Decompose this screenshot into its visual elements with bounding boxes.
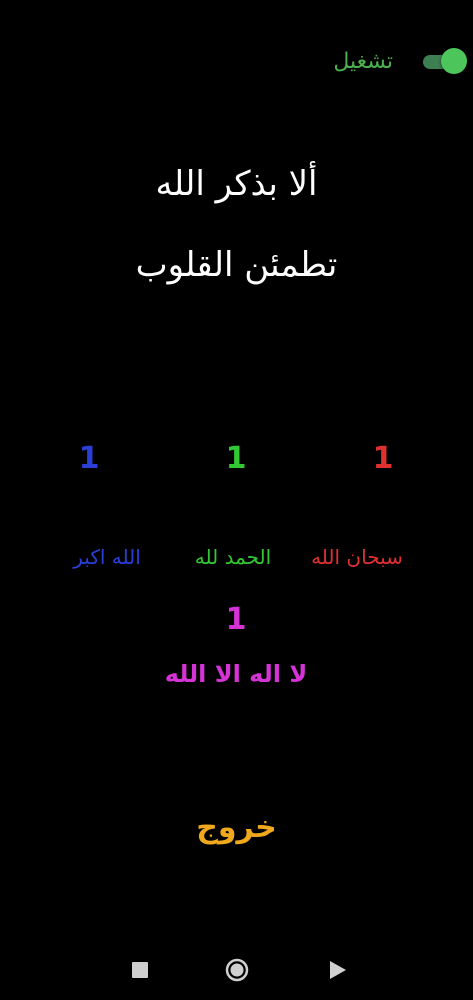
toggle-row: تشغيل <box>333 44 467 78</box>
exit-button[interactable]: خروج <box>0 810 473 845</box>
dhikr-akbar-button[interactable]: الله اكبر <box>50 545 164 569</box>
dhikr-subhan-button[interactable]: سبحان الله <box>300 545 414 569</box>
home-icon[interactable] <box>219 952 255 988</box>
counter-akbar: 1 <box>78 441 100 476</box>
dhikr-hamd-button[interactable]: الحمد لله <box>176 545 290 569</box>
toggle-switch[interactable] <box>423 46 467 76</box>
verse-line-1: ألا بذكر الله <box>155 164 318 204</box>
recents-icon[interactable] <box>122 952 158 988</box>
navigation-bar <box>0 940 473 1000</box>
counter-tahlil: 1 <box>225 602 247 637</box>
counter-subhan: 1 <box>372 441 394 476</box>
dhikr-tahlil-button[interactable]: لا اله الا الله <box>136 660 336 688</box>
verse-line-2: تطمئن القلوب <box>135 245 338 285</box>
back-icon[interactable] <box>319 952 355 988</box>
counter-hamd: 1 <box>225 441 247 476</box>
app-screen: تشغيل ألا بذكر الله تطمئن القلوب 1 1 1 س… <box>0 0 473 1000</box>
toggle-thumb <box>441 48 467 74</box>
toggle-label: تشغيل <box>333 48 393 74</box>
